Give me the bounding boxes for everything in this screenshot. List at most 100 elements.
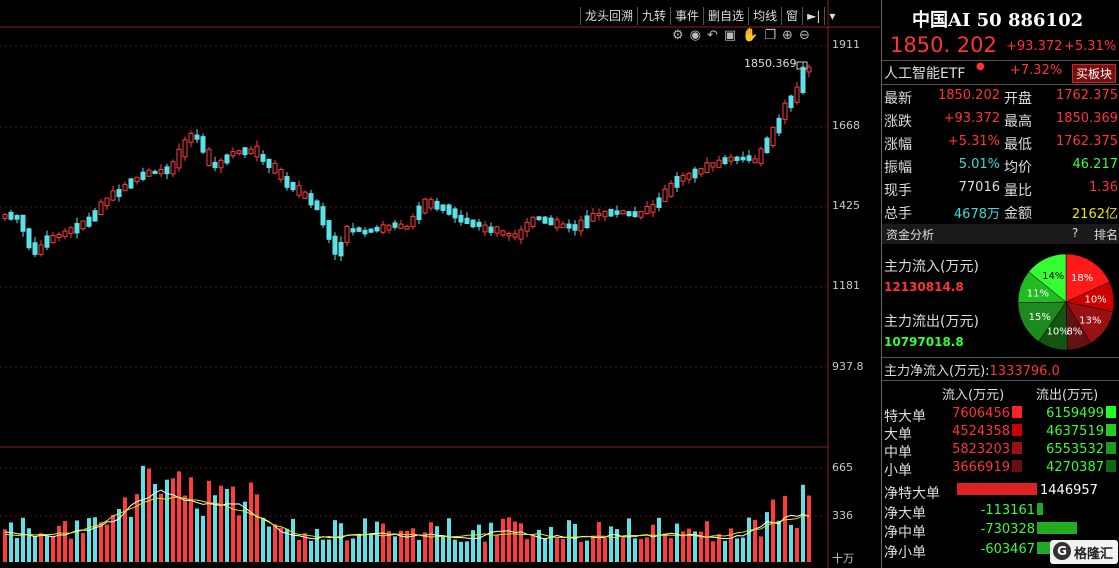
volume-bar (195, 508, 199, 562)
candle-body (716, 159, 722, 168)
net-inflow-row: 主力净流入(万元):1333796.0 (884, 360, 1060, 379)
toolbar-item-remove-watchlist[interactable]: 删自选 (703, 7, 748, 25)
quote-row: 涨幅 +5.31% 最低 1762.375 (882, 132, 1119, 155)
settings-icon[interactable]: ⚙ (672, 28, 684, 43)
toolbar-item-longtou[interactable]: 龙头回溯 (580, 7, 637, 25)
zoom-in-icon[interactable]: ⊕ (782, 28, 793, 43)
volume-bar (525, 539, 529, 562)
volume-bar (237, 515, 241, 562)
volume-bar (315, 528, 319, 562)
candle-body (800, 66, 806, 93)
volume-bar (393, 536, 397, 562)
volume-bar (579, 541, 583, 562)
volume-bar (357, 533, 361, 562)
candle-body (644, 205, 650, 214)
volume-bar (165, 479, 169, 562)
related-etf-row[interactable]: 人工智能ETF ● +7.32% 买板块 (882, 61, 1119, 84)
volume-bar (591, 536, 595, 562)
flow-out-value: 6159499 (1046, 406, 1104, 421)
volume-bar (69, 538, 73, 562)
expand-icon[interactable]: ►| (802, 7, 824, 25)
volume-bar (765, 512, 769, 562)
volume-bar (771, 499, 775, 562)
candle-body (704, 162, 710, 173)
candle-body (164, 166, 170, 175)
quote-label: 金额 (1004, 206, 1032, 222)
volume-bar (441, 536, 445, 562)
toolbar-item-ma[interactable]: 均线 (748, 7, 781, 25)
volume-bar (705, 521, 709, 562)
candle-body (206, 148, 212, 166)
candle-body (764, 137, 770, 154)
pie-slice-label: 11% (1027, 288, 1049, 299)
candle-body (434, 200, 440, 210)
volume-bar (231, 486, 235, 562)
candle-body (224, 154, 230, 164)
volume-bar (249, 482, 253, 562)
volume-bar (777, 520, 781, 562)
candle-body (320, 206, 326, 226)
related-etf-name[interactable]: 人工智能ETF (884, 63, 965, 83)
candle-body (218, 159, 224, 169)
volume-bar (255, 494, 259, 562)
pie-slice-label: 18% (1071, 273, 1093, 284)
eye-icon[interactable]: ◉ (690, 28, 701, 43)
lock-icon[interactable]: ▣ (724, 28, 736, 43)
flow-in-value: 3666919 (952, 460, 1010, 475)
candle-body (302, 191, 308, 200)
candle-body (74, 222, 80, 234)
candle-body (104, 197, 110, 207)
dropdown-icon[interactable]: ▾ (824, 7, 839, 25)
zoom-out-icon[interactable]: ⊖ (799, 28, 810, 43)
flow-in-swatch (1012, 406, 1022, 418)
candle-body (176, 148, 182, 169)
toolbar-item-window[interactable]: 窗 (781, 7, 802, 25)
undo-icon[interactable]: ↶ (707, 28, 718, 43)
volume-bar (807, 495, 811, 562)
volume-bar (567, 520, 571, 562)
candle-body (758, 148, 764, 165)
volume-bar (147, 468, 151, 562)
volume-bar (597, 521, 601, 562)
buy-sector-button[interactable]: 买板块 (1072, 64, 1117, 83)
quote-label: 量比 (1004, 183, 1032, 199)
help-button[interactable]: ? (1072, 226, 1078, 240)
quote-value: 5.01% (958, 157, 1000, 172)
candle-body (56, 233, 62, 238)
volume-bar (675, 523, 679, 562)
toolbar-item-events[interactable]: 事件 (670, 7, 703, 25)
candle-body (140, 171, 146, 180)
candle-body (266, 158, 272, 168)
volume-bar (603, 537, 607, 562)
flow-in-value: 4524358 (952, 424, 1010, 439)
quote-label: 现手 (884, 183, 912, 199)
net-flow-row: 净中单 -730328 (882, 521, 1119, 541)
price-axis-label: 1911 (832, 38, 860, 51)
toolbar-item-jiuzhuan[interactable]: 九转 (637, 7, 670, 25)
hand-icon[interactable]: ✋ (742, 28, 758, 43)
candle-body (698, 167, 704, 175)
candle-body (332, 235, 338, 255)
kline-chart-area[interactable]: 龙头回溯 九转 事件 删自选 均线 窗 ►| ▾ ⚙ ◉ ↶ ▣ ✋ ❐ ⊕ ⊖… (0, 0, 880, 568)
quote-value: 77016 (958, 180, 1000, 195)
candle-body (20, 214, 26, 232)
candle-body (272, 162, 278, 174)
volume-bar (63, 521, 67, 562)
candle-body (410, 216, 416, 228)
volume-bar (351, 538, 355, 562)
quote-value: +93.372 (943, 111, 1000, 126)
rank-button[interactable]: 排名 (1094, 226, 1118, 243)
candle-body (188, 132, 194, 143)
flow-out-value: 4270387 (1046, 460, 1104, 475)
volume-bar (9, 522, 13, 562)
kline-chart[interactable] (0, 0, 880, 568)
volume-bar (261, 517, 265, 562)
copy-icon[interactable]: ❐ (764, 28, 776, 43)
volume-bar (483, 541, 487, 562)
flow-in-swatch (1012, 442, 1022, 454)
candle-body (26, 228, 32, 249)
volume-bar (201, 515, 205, 562)
volume-bar (501, 518, 505, 562)
candle-body (638, 210, 644, 218)
price-axis-label: 1425 (832, 199, 860, 212)
